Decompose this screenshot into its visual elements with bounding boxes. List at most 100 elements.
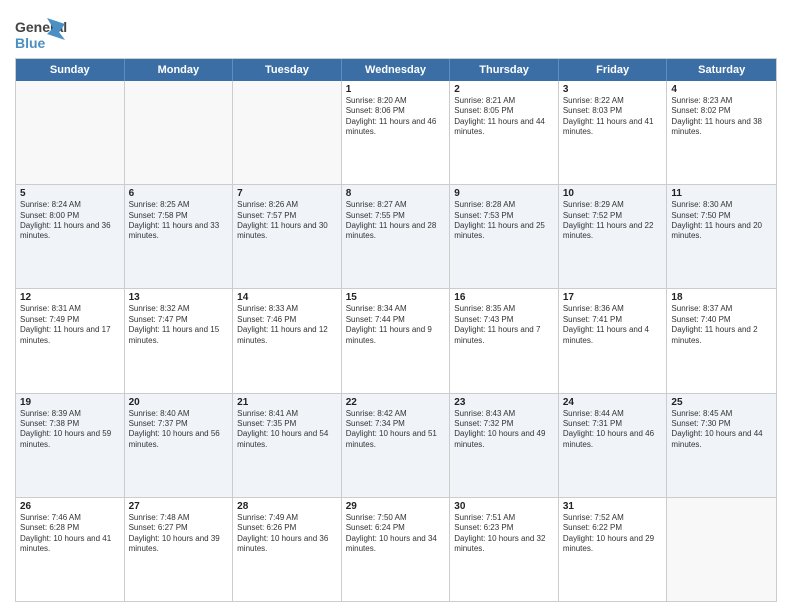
cell-info: Sunrise: 8:21 AM Sunset: 8:05 PM Dayligh… [454, 96, 554, 138]
day-cell-28: 28Sunrise: 7:49 AM Sunset: 6:26 PM Dayli… [233, 498, 342, 601]
day-cell-9: 9Sunrise: 8:28 AM Sunset: 7:53 PM Daylig… [450, 185, 559, 288]
day-number: 4 [671, 84, 772, 95]
day-number: 29 [346, 501, 446, 512]
header-day-monday: Monday [125, 59, 234, 81]
day-cell-3: 3Sunrise: 8:22 AM Sunset: 8:03 PM Daylig… [559, 81, 668, 184]
day-cell-18: 18Sunrise: 8:37 AM Sunset: 7:40 PM Dayli… [667, 289, 776, 392]
day-number: 23 [454, 397, 554, 408]
day-number: 8 [346, 188, 446, 199]
day-cell-6: 6Sunrise: 8:25 AM Sunset: 7:58 PM Daylig… [125, 185, 234, 288]
cell-info: Sunrise: 7:48 AM Sunset: 6:27 PM Dayligh… [129, 513, 229, 555]
day-number: 21 [237, 397, 337, 408]
day-number: 16 [454, 292, 554, 303]
cell-info: Sunrise: 8:43 AM Sunset: 7:32 PM Dayligh… [454, 409, 554, 451]
header-day-tuesday: Tuesday [233, 59, 342, 81]
calendar-row-0: 1Sunrise: 8:20 AM Sunset: 8:06 PM Daylig… [16, 81, 776, 184]
day-cell-14: 14Sunrise: 8:33 AM Sunset: 7:46 PM Dayli… [233, 289, 342, 392]
day-number: 1 [346, 84, 446, 95]
day-cell-13: 13Sunrise: 8:32 AM Sunset: 7:47 PM Dayli… [125, 289, 234, 392]
day-number: 2 [454, 84, 554, 95]
cell-info: Sunrise: 8:34 AM Sunset: 7:44 PM Dayligh… [346, 304, 446, 346]
header-day-thursday: Thursday [450, 59, 559, 81]
header-day-friday: Friday [559, 59, 668, 81]
day-number: 3 [563, 84, 663, 95]
day-number: 7 [237, 188, 337, 199]
cell-info: Sunrise: 8:29 AM Sunset: 7:52 PM Dayligh… [563, 200, 663, 242]
cell-info: Sunrise: 7:50 AM Sunset: 6:24 PM Dayligh… [346, 513, 446, 555]
day-number: 28 [237, 501, 337, 512]
cell-info: Sunrise: 8:28 AM Sunset: 7:53 PM Dayligh… [454, 200, 554, 242]
day-cell-22: 22Sunrise: 8:42 AM Sunset: 7:34 PM Dayli… [342, 394, 451, 497]
day-number: 25 [671, 397, 772, 408]
calendar-row-4: 26Sunrise: 7:46 AM Sunset: 6:28 PM Dayli… [16, 497, 776, 601]
day-number: 31 [563, 501, 663, 512]
cell-info: Sunrise: 8:44 AM Sunset: 7:31 PM Dayligh… [563, 409, 663, 451]
cell-info: Sunrise: 8:36 AM Sunset: 7:41 PM Dayligh… [563, 304, 663, 346]
day-cell-29: 29Sunrise: 7:50 AM Sunset: 6:24 PM Dayli… [342, 498, 451, 601]
day-cell-4: 4Sunrise: 8:23 AM Sunset: 8:02 PM Daylig… [667, 81, 776, 184]
cell-info: Sunrise: 8:35 AM Sunset: 7:43 PM Dayligh… [454, 304, 554, 346]
cell-info: Sunrise: 8:37 AM Sunset: 7:40 PM Dayligh… [671, 304, 772, 346]
day-cell-20: 20Sunrise: 8:40 AM Sunset: 7:37 PM Dayli… [125, 394, 234, 497]
cell-info: Sunrise: 8:20 AM Sunset: 8:06 PM Dayligh… [346, 96, 446, 138]
header-day-sunday: Sunday [16, 59, 125, 81]
day-cell-23: 23Sunrise: 8:43 AM Sunset: 7:32 PM Dayli… [450, 394, 559, 497]
header-day-wednesday: Wednesday [342, 59, 451, 81]
day-cell-12: 12Sunrise: 8:31 AM Sunset: 7:49 PM Dayli… [16, 289, 125, 392]
cell-info: Sunrise: 7:49 AM Sunset: 6:26 PM Dayligh… [237, 513, 337, 555]
empty-cell [125, 81, 234, 184]
day-cell-17: 17Sunrise: 8:36 AM Sunset: 7:41 PM Dayli… [559, 289, 668, 392]
cell-info: Sunrise: 8:32 AM Sunset: 7:47 PM Dayligh… [129, 304, 229, 346]
cell-info: Sunrise: 8:24 AM Sunset: 8:00 PM Dayligh… [20, 200, 120, 242]
cell-info: Sunrise: 8:39 AM Sunset: 7:38 PM Dayligh… [20, 409, 120, 451]
cell-info: Sunrise: 7:52 AM Sunset: 6:22 PM Dayligh… [563, 513, 663, 555]
page: General Blue SundayMondayTuesdayWednesda… [0, 0, 792, 612]
day-cell-15: 15Sunrise: 8:34 AM Sunset: 7:44 PM Dayli… [342, 289, 451, 392]
day-number: 13 [129, 292, 229, 303]
day-number: 30 [454, 501, 554, 512]
cell-info: Sunrise: 8:33 AM Sunset: 7:46 PM Dayligh… [237, 304, 337, 346]
day-number: 5 [20, 188, 120, 199]
cell-info: Sunrise: 8:31 AM Sunset: 7:49 PM Dayligh… [20, 304, 120, 346]
logo: General Blue [15, 14, 70, 52]
day-cell-24: 24Sunrise: 8:44 AM Sunset: 7:31 PM Dayli… [559, 394, 668, 497]
cell-info: Sunrise: 8:22 AM Sunset: 8:03 PM Dayligh… [563, 96, 663, 138]
day-cell-25: 25Sunrise: 8:45 AM Sunset: 7:30 PM Dayli… [667, 394, 776, 497]
cell-info: Sunrise: 8:23 AM Sunset: 8:02 PM Dayligh… [671, 96, 772, 138]
day-cell-8: 8Sunrise: 8:27 AM Sunset: 7:55 PM Daylig… [342, 185, 451, 288]
day-cell-16: 16Sunrise: 8:35 AM Sunset: 7:43 PM Dayli… [450, 289, 559, 392]
calendar-body: 1Sunrise: 8:20 AM Sunset: 8:06 PM Daylig… [16, 81, 776, 601]
day-number: 19 [20, 397, 120, 408]
day-number: 14 [237, 292, 337, 303]
cell-info: Sunrise: 7:46 AM Sunset: 6:28 PM Dayligh… [20, 513, 120, 555]
day-cell-11: 11Sunrise: 8:30 AM Sunset: 7:50 PM Dayli… [667, 185, 776, 288]
day-number: 9 [454, 188, 554, 199]
cell-info: Sunrise: 8:25 AM Sunset: 7:58 PM Dayligh… [129, 200, 229, 242]
calendar-header: SundayMondayTuesdayWednesdayThursdayFrid… [16, 59, 776, 81]
calendar: SundayMondayTuesdayWednesdayThursdayFrid… [15, 58, 777, 602]
day-cell-30: 30Sunrise: 7:51 AM Sunset: 6:23 PM Dayli… [450, 498, 559, 601]
day-cell-2: 2Sunrise: 8:21 AM Sunset: 8:05 PM Daylig… [450, 81, 559, 184]
day-cell-5: 5Sunrise: 8:24 AM Sunset: 8:00 PM Daylig… [16, 185, 125, 288]
cell-info: Sunrise: 8:30 AM Sunset: 7:50 PM Dayligh… [671, 200, 772, 242]
logo-svg: General Blue [15, 14, 70, 52]
cell-info: Sunrise: 8:27 AM Sunset: 7:55 PM Dayligh… [346, 200, 446, 242]
header: General Blue [15, 10, 777, 52]
cell-info: Sunrise: 7:51 AM Sunset: 6:23 PM Dayligh… [454, 513, 554, 555]
day-number: 20 [129, 397, 229, 408]
day-number: 18 [671, 292, 772, 303]
day-cell-19: 19Sunrise: 8:39 AM Sunset: 7:38 PM Dayli… [16, 394, 125, 497]
day-cell-26: 26Sunrise: 7:46 AM Sunset: 6:28 PM Dayli… [16, 498, 125, 601]
calendar-row-2: 12Sunrise: 8:31 AM Sunset: 7:49 PM Dayli… [16, 288, 776, 392]
day-number: 6 [129, 188, 229, 199]
day-cell-31: 31Sunrise: 7:52 AM Sunset: 6:22 PM Dayli… [559, 498, 668, 601]
header-day-saturday: Saturday [667, 59, 776, 81]
cell-info: Sunrise: 8:26 AM Sunset: 7:57 PM Dayligh… [237, 200, 337, 242]
cell-info: Sunrise: 8:45 AM Sunset: 7:30 PM Dayligh… [671, 409, 772, 451]
day-number: 12 [20, 292, 120, 303]
svg-text:Blue: Blue [15, 35, 46, 51]
day-number: 22 [346, 397, 446, 408]
empty-cell [16, 81, 125, 184]
day-number: 24 [563, 397, 663, 408]
day-cell-21: 21Sunrise: 8:41 AM Sunset: 7:35 PM Dayli… [233, 394, 342, 497]
